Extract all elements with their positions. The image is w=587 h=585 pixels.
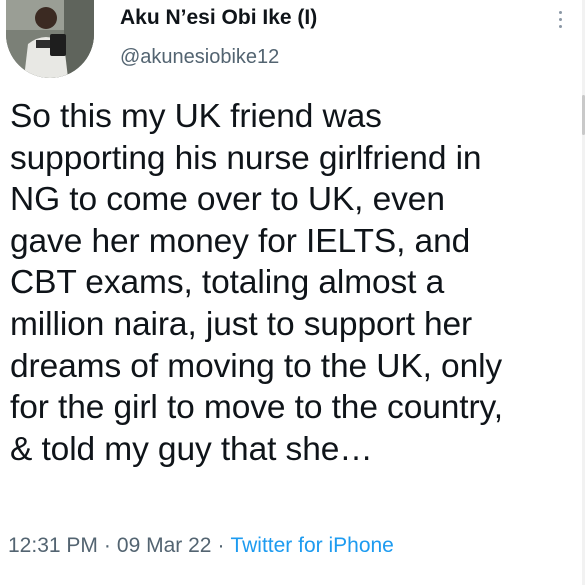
dot [558, 24, 562, 28]
tweet-text: So this my UK friend was supporting his … [10, 98, 503, 468]
scrollbar[interactable] [582, 0, 585, 585]
meta-separator: · [103, 534, 111, 557]
tweet-meta: 12:31 PM · 09 Mar 22 · Twitter for iPhone [8, 534, 394, 558]
profile-photo-icon [6, 0, 94, 78]
tweet-time[interactable]: 12:31 PM [8, 534, 98, 557]
tweet-source-link[interactable]: Twitter for iPhone [230, 534, 393, 557]
avatar[interactable] [6, 0, 94, 78]
dot [558, 10, 562, 14]
tweet-card: Aku N’esi Obi Ike (I) @akunesiobike12 So… [0, 0, 587, 585]
tweet-date[interactable]: 09 Mar 22 [117, 534, 212, 557]
author-display-name[interactable]: Aku N’esi Obi Ike (I) [120, 6, 317, 30]
author-handle[interactable]: @akunesiobike12 [120, 46, 279, 69]
more-options-icon[interactable] [548, 4, 572, 34]
scrollbar-thumb[interactable] [582, 95, 585, 135]
dot [558, 17, 562, 21]
meta-separator: · [217, 534, 225, 557]
